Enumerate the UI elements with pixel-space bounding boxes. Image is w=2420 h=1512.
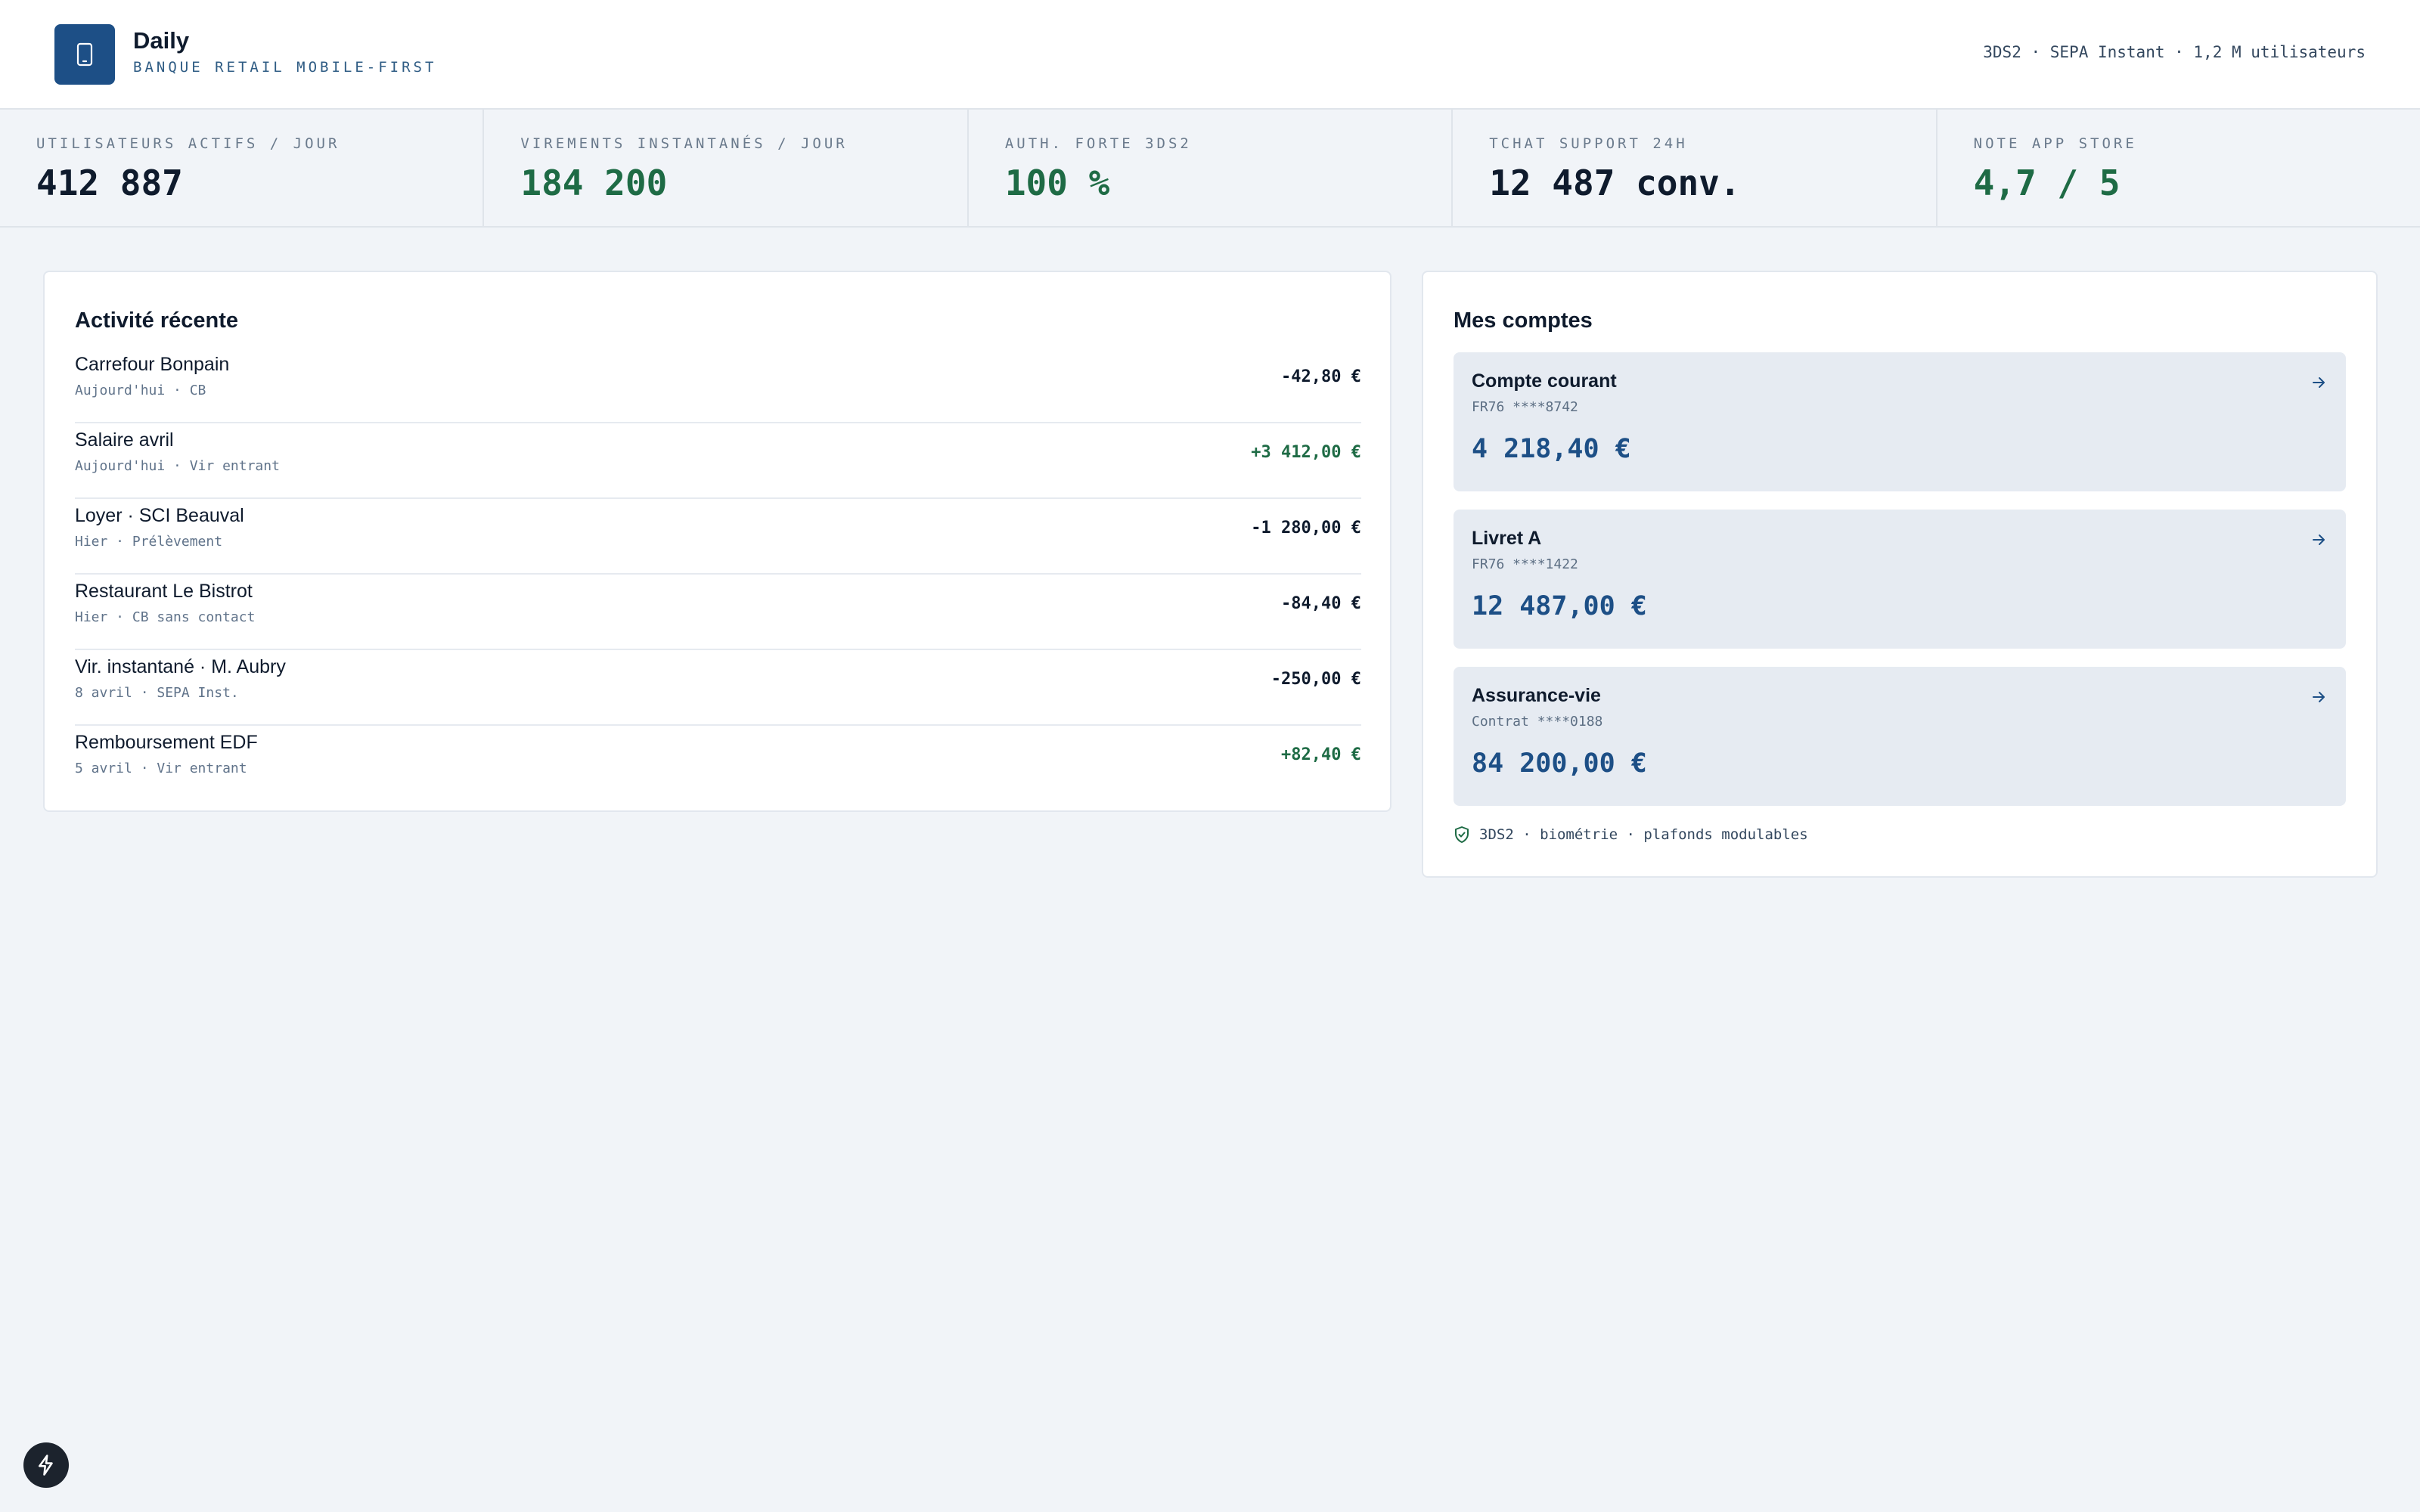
transaction-row[interactable]: Vir. instantané · M. Aubry 8 avril · SEP… [75, 650, 1361, 726]
transaction-name: Carrefour Bonpain [75, 354, 230, 375]
kpi-label: TCHAT SUPPORT 24H [1489, 135, 1688, 152]
account-item-current[interactable]: Compte courant FR76 ****8742 4 218,40 € [1454, 352, 2346, 491]
app-logo[interactable] [54, 24, 115, 85]
transaction-row[interactable]: Salaire avril Aujourd'hui · Vir entrant … [75, 423, 1361, 499]
quick-action-button[interactable] [23, 1442, 69, 1488]
account-balance: 4 218,40 € [1472, 434, 1631, 464]
arrow-right-icon[interactable] [2310, 531, 2328, 549]
account-name: Compte courant [1472, 370, 1617, 392]
kpi-label: NOTE APP STORE [1973, 135, 2137, 152]
recent-activity-card: Activité récente Carrefour Bonpain Aujou… [43, 271, 1392, 812]
kpi-label: VIREMENTS INSTANTANÉS / JOUR [520, 135, 848, 152]
transaction-list: Carrefour Bonpain Aujourd'hui · CB -42,8… [75, 348, 1361, 801]
transaction-name: Vir. instantané · M. Aubry [75, 656, 286, 677]
account-list: Compte courant FR76 ****8742 4 218,40 € … [1454, 352, 2346, 824]
kpi-active-users: UTILISATEURS ACTIFS / JOUR 412 887 [0, 110, 485, 226]
kpi-value: 4,7 / 5 [1973, 163, 2121, 203]
kpi-value: 184 200 [520, 163, 668, 203]
transaction-amount: -250,00 € [1270, 670, 1361, 689]
app-header: Daily BANQUE RETAIL MOBILE-FIRST 3DS2 · … [0, 0, 2420, 110]
transaction-meta: Hier · CB sans contact [75, 609, 256, 625]
smartphone-icon [76, 42, 93, 67]
my-accounts-card: Mes comptes Compte courant FR76 ****8742… [1422, 271, 2378, 878]
transaction-row[interactable]: Remboursement EDF 5 avril · Vir entrant … [75, 726, 1361, 801]
kpi-label: AUTH. FORTE 3DS2 [1004, 135, 1192, 152]
app-subtitle: BANQUE RETAIL MOBILE-FIRST [133, 59, 437, 76]
kpi-strong-auth: AUTH. FORTE 3DS2 100 % [969, 110, 1454, 226]
kpi-strip: UTILISATEURS ACTIFS / JOUR 412 887 VIREM… [0, 110, 2420, 228]
lightning-icon [39, 1455, 53, 1476]
app-title: Daily [133, 27, 190, 54]
transaction-name: Salaire avril [75, 429, 174, 451]
shield-check-icon [1455, 826, 1469, 843]
transaction-meta: 5 avril · Vir entrant [75, 761, 247, 776]
kpi-value: 12 487 conv. [1489, 163, 1741, 203]
account-name: Assurance-vie [1472, 685, 1601, 706]
transaction-amount: -1 280,00 € [1251, 519, 1361, 538]
transaction-meta: Hier · Prélèvement [75, 534, 223, 550]
transaction-amount: +3 412,00 € [1251, 443, 1361, 462]
transaction-name: Loyer · SCI Beauval [75, 505, 244, 526]
arrow-right-icon[interactable] [2310, 688, 2328, 706]
account-item-livret-a[interactable]: Livret A FR76 ****1422 12 487,00 € [1454, 510, 2346, 649]
account-number: FR76 ****8742 [1472, 399, 1578, 415]
transaction-meta: Aujourd'hui · CB [75, 383, 206, 398]
account-balance: 12 487,00 € [1472, 591, 1647, 621]
kpi-value: 100 % [1004, 163, 1110, 203]
kpi-label: UTILISATEURS ACTIFS / JOUR [36, 135, 340, 152]
security-note-text: 3DS2 · biométrie · plafonds modulables [1479, 826, 1808, 843]
kpi-app-store-rating: NOTE APP STORE 4,7 / 5 [1938, 110, 2420, 226]
account-number: Contrat ****0188 [1472, 714, 1603, 730]
transaction-meta: 8 avril · SEPA Inst. [75, 685, 239, 701]
kpi-instant-transfers: VIREMENTS INSTANTANÉS / JOUR 184 200 [484, 110, 969, 226]
kpi-value: 412 887 [36, 163, 183, 203]
transaction-row[interactable]: Carrefour Bonpain Aujourd'hui · CB -42,8… [75, 348, 1361, 423]
transaction-amount: -84,40 € [1281, 594, 1361, 613]
transaction-row[interactable]: Restaurant Le Bistrot Hier · CB sans con… [75, 575, 1361, 650]
card-title: Mes comptes [1454, 308, 1593, 333]
transaction-name: Restaurant Le Bistrot [75, 581, 253, 602]
account-item-life-insurance[interactable]: Assurance-vie Contrat ****0188 84 200,00… [1454, 667, 2346, 806]
transaction-row[interactable]: Loyer · SCI Beauval Hier · Prélèvement -… [75, 499, 1361, 575]
transaction-meta: Aujourd'hui · Vir entrant [75, 458, 280, 474]
account-balance: 84 200,00 € [1472, 748, 1647, 779]
header-meta: 3DS2 · SEPA Instant · 1,2 M utilisateurs [1983, 43, 2366, 61]
kpi-support-chat: TCHAT SUPPORT 24H 12 487 conv. [1453, 110, 1938, 226]
arrow-right-icon[interactable] [2310, 373, 2328, 392]
security-note: 3DS2 · biométrie · plafonds modulables [1454, 826, 1808, 844]
transaction-name: Remboursement EDF [75, 732, 258, 753]
transaction-amount: +82,40 € [1281, 745, 1361, 764]
transaction-amount: -42,80 € [1281, 367, 1361, 386]
account-number: FR76 ****1422 [1472, 556, 1578, 572]
card-title: Activité récente [75, 308, 238, 333]
account-name: Livret A [1472, 528, 1542, 549]
